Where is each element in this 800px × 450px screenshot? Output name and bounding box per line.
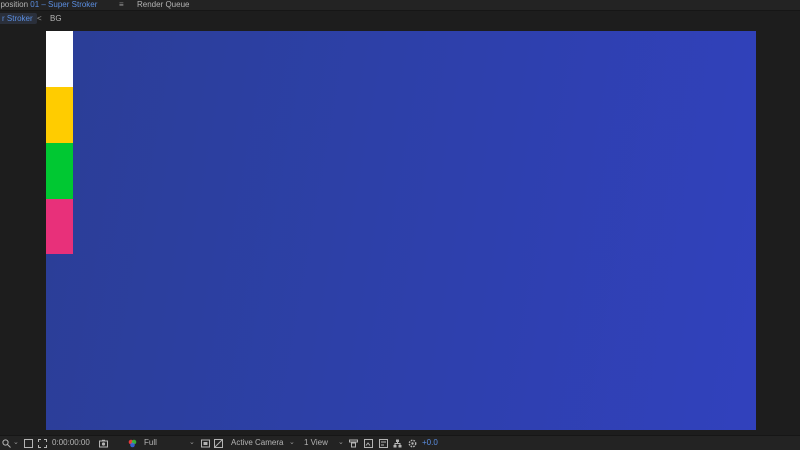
safe-margins-icon[interactable] bbox=[38, 436, 47, 450]
camera-dropdown-icon[interactable]: ⌄ bbox=[289, 436, 295, 450]
after-effects-window: nposition 01 – Super Stroker ≡ Render Qu… bbox=[0, 0, 800, 450]
resolution-select[interactable]: Full bbox=[144, 436, 157, 450]
panel-menu-icon[interactable]: ≡ bbox=[119, 0, 124, 10]
breadcrumb-child-comp[interactable]: BG bbox=[50, 11, 62, 26]
panel-tab-bar: nposition 01 – Super Stroker ≡ Render Qu… bbox=[0, 0, 800, 11]
camera-snapshot-icon[interactable] bbox=[99, 436, 108, 450]
composition-breadcrumb: r Stroker < BG bbox=[0, 11, 800, 26]
magnify-icon[interactable] bbox=[2, 436, 11, 450]
tab-composition-prefix: nposition bbox=[0, 0, 29, 9]
timecode-display[interactable]: 0:00:00:00 bbox=[52, 436, 90, 450]
composition-canvas[interactable] bbox=[46, 31, 756, 430]
tab-composition[interactable]: nposition 01 – Super Stroker bbox=[0, 0, 104, 11]
toggle-grid-icon[interactable] bbox=[364, 436, 373, 450]
transparency-grid-icon[interactable] bbox=[214, 436, 223, 450]
timeline-icon[interactable] bbox=[379, 436, 388, 450]
magnify-dropdown-icon[interactable]: ⌄ bbox=[13, 436, 19, 450]
breadcrumb-chevron-icon[interactable]: < bbox=[37, 11, 42, 26]
flowchart-icon[interactable] bbox=[393, 436, 402, 450]
camera-view-select[interactable]: Active Camera bbox=[231, 436, 283, 450]
swatch-pink[interactable] bbox=[46, 199, 73, 254]
tab-composition-name: 01 – Super Stroker bbox=[30, 0, 98, 9]
fast-preview-icon[interactable] bbox=[349, 436, 358, 450]
region-icon[interactable] bbox=[24, 436, 33, 450]
swatch-green[interactable] bbox=[46, 143, 73, 199]
view-layout-dropdown-icon[interactable]: ⌄ bbox=[338, 436, 344, 450]
composition-viewer[interactable] bbox=[0, 26, 800, 435]
viewer-toolbar: ⌄ 0:00:00:00 Full ⌄ Active Camera ⌄ 1 Vi… bbox=[0, 435, 800, 450]
resolution-dropdown-icon[interactable]: ⌄ bbox=[189, 436, 195, 450]
tab-render-queue[interactable]: Render Queue bbox=[137, 0, 189, 11]
swatch-white[interactable] bbox=[46, 31, 73, 87]
view-layout-select[interactable]: 1 View bbox=[304, 436, 328, 450]
exposure-value[interactable]: +0.0 bbox=[422, 436, 438, 450]
color-swatch-column[interactable] bbox=[46, 31, 73, 254]
swatch-yellow[interactable] bbox=[46, 87, 73, 143]
exposure-reset-icon[interactable] bbox=[408, 436, 417, 450]
breadcrumb-current-comp[interactable]: r Stroker bbox=[0, 13, 37, 24]
color-channel-icon[interactable] bbox=[128, 436, 137, 450]
region-of-interest-icon[interactable] bbox=[201, 436, 210, 450]
